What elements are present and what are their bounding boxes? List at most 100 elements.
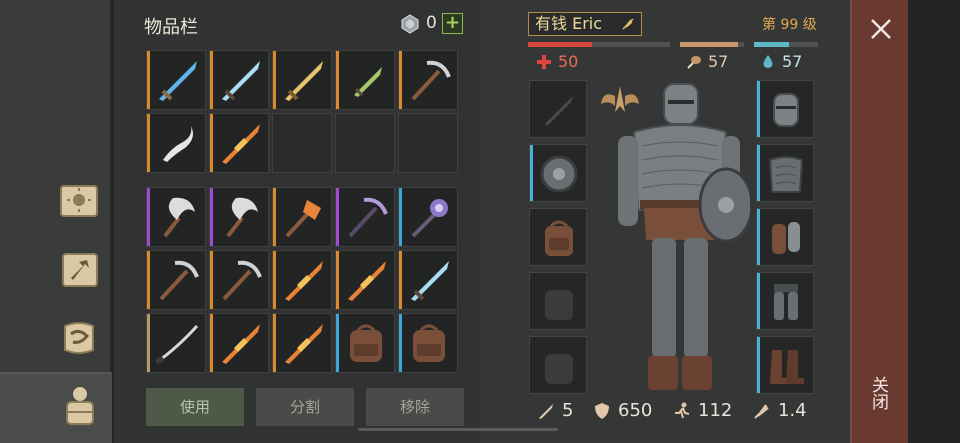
flame-sword-icon bbox=[222, 124, 260, 164]
inventory-slot-empty[interactable] bbox=[335, 113, 395, 173]
inventory-slot[interactable] bbox=[146, 313, 206, 373]
weight-stat: 1.4 bbox=[752, 400, 807, 421]
rarity-edge bbox=[399, 188, 402, 246]
knight-character-model bbox=[618, 83, 750, 390]
tab-inventory[interactable] bbox=[56, 384, 104, 428]
inventory-panel: 物品栏 0 + 使用 分割 移除 bbox=[114, 0, 480, 443]
inventory-slot[interactable] bbox=[209, 187, 269, 247]
health-bar bbox=[528, 42, 670, 47]
rarity-edge bbox=[336, 51, 339, 109]
thirst-value: 57 bbox=[782, 52, 803, 71]
slot-chest[interactable] bbox=[756, 144, 814, 202]
backpack-silhouette-icon bbox=[545, 290, 573, 320]
rarity-edge bbox=[273, 51, 276, 109]
thirst-stat: 57 bbox=[760, 52, 802, 71]
rarity-edge bbox=[147, 188, 150, 246]
inventory-slot-empty[interactable] bbox=[272, 113, 332, 173]
backpack-icon bbox=[413, 324, 445, 362]
hunger-value: 57 bbox=[708, 52, 729, 71]
slot-legs[interactable] bbox=[756, 272, 814, 330]
inventory-slot[interactable] bbox=[272, 250, 332, 310]
inventory-slot[interactable] bbox=[146, 250, 206, 310]
inventory-slot[interactable] bbox=[398, 187, 458, 247]
add-gems-button[interactable]: + bbox=[442, 13, 463, 34]
leg-armor-icon bbox=[774, 284, 798, 320]
thirst-bar bbox=[754, 42, 818, 47]
hunger-bar-fill bbox=[680, 42, 738, 47]
slot-shield[interactable] bbox=[529, 144, 587, 202]
rarity-edge bbox=[210, 114, 213, 172]
ice-sword-icon bbox=[411, 261, 449, 301]
slot-gauntlets[interactable] bbox=[756, 208, 814, 266]
attack-value: 5 bbox=[562, 400, 574, 421]
sun-book-icon bbox=[60, 185, 98, 217]
rarity-edge bbox=[273, 314, 276, 372]
inventory-slot[interactable] bbox=[335, 250, 395, 310]
slot-boots[interactable] bbox=[756, 336, 814, 394]
inventory-slot[interactable] bbox=[146, 50, 206, 110]
sickle-icon bbox=[163, 197, 195, 238]
rarity-edge bbox=[210, 51, 213, 109]
inventory-slot[interactable] bbox=[335, 187, 395, 247]
feather-icon bbox=[622, 18, 634, 30]
rarity-edge bbox=[147, 314, 150, 372]
inventory-slot[interactable] bbox=[209, 50, 269, 110]
rarity-edge bbox=[210, 188, 213, 246]
inventory-grid-top bbox=[146, 50, 458, 173]
inventory-slot[interactable] bbox=[335, 50, 395, 110]
flame-sword-icon bbox=[285, 261, 323, 301]
inventory-slot[interactable] bbox=[272, 50, 332, 110]
gem-icon bbox=[401, 14, 419, 34]
tab-crafting[interactable] bbox=[56, 248, 104, 292]
rarity-edge bbox=[336, 188, 339, 246]
left-tab-strip bbox=[0, 0, 114, 443]
curved-blade-icon bbox=[163, 126, 193, 162]
split-button[interactable]: 分割 bbox=[256, 388, 354, 426]
slot-backpack[interactable] bbox=[529, 208, 587, 266]
inventory-slot[interactable] bbox=[209, 113, 269, 173]
speed-stat: 112 bbox=[672, 400, 732, 421]
health-cross-icon bbox=[537, 54, 551, 69]
rarity-edge bbox=[147, 51, 150, 109]
sickle-icon bbox=[226, 197, 258, 238]
inventory-slot[interactable] bbox=[335, 313, 395, 373]
rarity-edge bbox=[273, 188, 276, 246]
rarity-edge bbox=[147, 251, 150, 309]
tab-skills[interactable] bbox=[56, 316, 104, 360]
gem-count: 0 bbox=[426, 13, 437, 33]
rarity-edge bbox=[336, 314, 339, 372]
rarity-edge bbox=[210, 314, 213, 372]
flame-sword-icon bbox=[348, 261, 386, 301]
inventory-slot[interactable] bbox=[272, 313, 332, 373]
slot-weapon[interactable] bbox=[529, 80, 587, 138]
remove-button[interactable]: 移除 bbox=[366, 388, 464, 426]
inventory-slot[interactable] bbox=[146, 187, 206, 247]
inventory-slot[interactable] bbox=[146, 113, 206, 173]
inventory-slot[interactable] bbox=[272, 187, 332, 247]
slot-helmet[interactable] bbox=[756, 80, 814, 138]
speed-value: 112 bbox=[698, 400, 733, 421]
health-value: 50 bbox=[558, 52, 579, 71]
rarity-edge bbox=[399, 314, 402, 372]
rarity-edge bbox=[273, 251, 276, 309]
close-icon[interactable] bbox=[868, 16, 894, 42]
inventory-slot[interactable] bbox=[209, 313, 269, 373]
close-label[interactable]: 关闭 bbox=[868, 376, 889, 410]
slot-bag-empty-2[interactable] bbox=[529, 336, 587, 394]
inventory-slot-empty[interactable] bbox=[398, 113, 458, 173]
purple-pickaxe-icon bbox=[348, 197, 388, 238]
use-button[interactable]: 使用 bbox=[146, 388, 244, 426]
character-name-box[interactable]: 有钱 Eric bbox=[528, 12, 642, 36]
inventory-slot[interactable] bbox=[209, 250, 269, 310]
armor-stat: 650 bbox=[592, 400, 652, 421]
inventory-slot[interactable] bbox=[398, 50, 458, 110]
hammer-scroll-icon bbox=[62, 253, 98, 287]
slot-bag-empty-1[interactable] bbox=[529, 272, 587, 330]
tab-journal[interactable] bbox=[56, 178, 104, 222]
inventory-slot[interactable] bbox=[398, 313, 458, 373]
scroll-indicator[interactable] bbox=[358, 428, 558, 431]
pickaxe-icon bbox=[411, 60, 451, 101]
inventory-slot[interactable] bbox=[398, 250, 458, 310]
inventory-title: 物品栏 bbox=[144, 17, 198, 38]
close-panel[interactable]: 关闭 bbox=[850, 0, 908, 443]
